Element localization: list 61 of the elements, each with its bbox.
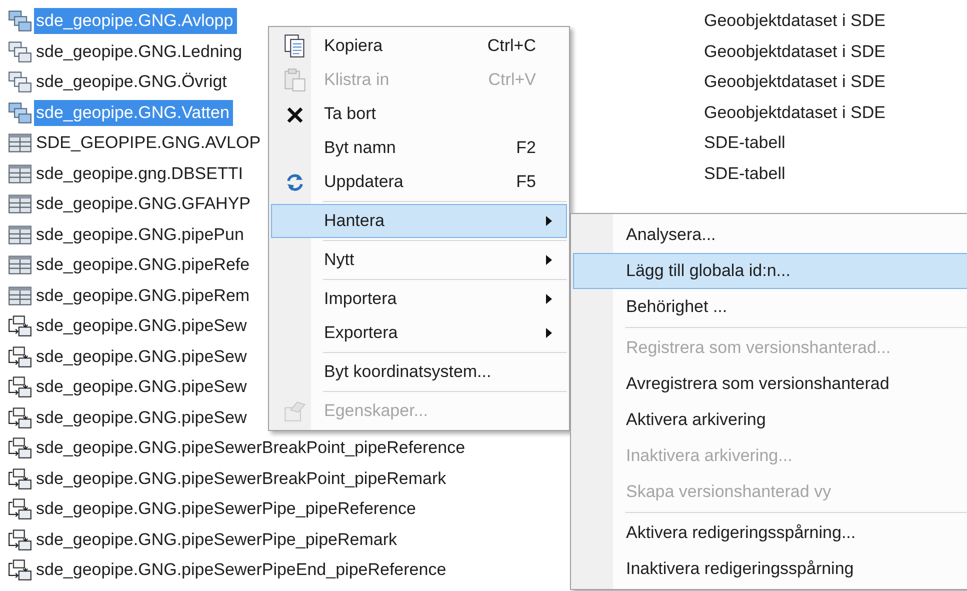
item-name[interactable]: sde_geopipe.GNG.Ledning	[34, 38, 246, 65]
table-icon	[8, 162, 32, 185]
item-name[interactable]: sde_geopipe.GNG.pipeSewerBreakPoint_pipeReference	[34, 435, 470, 462]
relationship-icon	[8, 376, 32, 398]
dataset-icon	[8, 40, 32, 63]
menu-item[interactable]: Importera	[271, 282, 567, 316]
menu-item[interactable]: Exportera	[271, 316, 567, 350]
menu-item[interactable]: Uppdatera F5	[271, 165, 567, 199]
copy-icon	[284, 34, 306, 58]
menu-item[interactable]: Nytt	[271, 243, 567, 277]
menu-item[interactable]: Byt namn F2	[271, 131, 567, 165]
relationship-icon	[8, 468, 32, 490]
item-name[interactable]: sde_geopipe.GNG.pipeRem	[34, 282, 254, 309]
menu-item[interactable]: Aktivera arkivering	[573, 402, 967, 438]
table-icon	[8, 254, 32, 276]
properties-icon	[284, 399, 306, 423]
item-name[interactable]: sde_geopipe.GNG.pipeSewerPipe_pipeRemark	[34, 526, 401, 553]
dataset-icon	[8, 10, 32, 32]
relationship-icon	[8, 346, 32, 368]
item-type: Geoobjektdataset i SDE	[704, 72, 886, 92]
item-name[interactable]: sde_geopipe.gng.DBSETTI	[34, 160, 247, 187]
item-name[interactable]: sde_geopipe.GNG.pipeRefe	[34, 252, 254, 278]
relationship-icon	[8, 528, 32, 551]
item-name[interactable]: sde_geopipe.GNG.pipePun	[34, 222, 248, 248]
table-icon	[8, 224, 32, 246]
item-name[interactable]: sde_geopipe.GNG.pipeSewerPipe_pipeReference	[34, 496, 420, 522]
relationship-icon	[8, 437, 32, 460]
item-name[interactable]: sde_geopipe.GNG.pipeSew	[34, 313, 251, 340]
item-name[interactable]: sde_geopipe.GNG.pipeSew	[34, 404, 251, 431]
item-name[interactable]: SDE_GEOPIPE.GNG.AVLOP	[34, 130, 265, 156]
relationship-icon	[8, 559, 32, 582]
menu-item[interactable]: Aktivera redigeringsspårning...	[573, 515, 967, 551]
menu-item[interactable]: Ta bort	[271, 97, 567, 131]
item-type: SDE-tabell	[704, 164, 786, 184]
item-name[interactable]: sde_geopipe.GNG.GFAHYP	[34, 191, 255, 218]
table-icon	[8, 132, 32, 154]
item-type: Geoobjektdataset i SDE	[704, 11, 886, 32]
item-name[interactable]: sde_geopipe.GNG.pipeSewerBreakPoint_pipeRemark	[34, 466, 450, 492]
dataset-icon	[8, 102, 32, 124]
menu-item[interactable]: Hantera	[271, 204, 567, 238]
menu-item[interactable]: Kopiera Ctrl+C	[271, 29, 567, 63]
item-type: SDE-tabell	[704, 133, 786, 154]
menu-item[interactable]: Lägg till globala id:n...	[573, 253, 967, 289]
menu-item[interactable]: Analysera...	[573, 217, 967, 253]
relationship-icon	[8, 315, 32, 338]
item-type: Geoobjektdataset i SDE	[704, 42, 886, 62]
table-icon	[8, 284, 32, 307]
menu-item[interactable]: Avregistrera som versionshanterad	[573, 366, 967, 402]
menu-item[interactable]: Inaktivera redigeringsspårning	[573, 551, 967, 587]
relationship-icon	[8, 406, 32, 429]
dataset-icon	[8, 71, 32, 94]
paste-icon	[284, 68, 306, 92]
item-name[interactable]: sde_geopipe.GNG.pipeSewerPipeEnd_pipeReference	[34, 557, 450, 584]
menu-item[interactable]: Byt koordinatsystem...	[271, 355, 567, 389]
item-name[interactable]: sde_geopipe.GNG.pipeSew	[34, 344, 251, 370]
item-name[interactable]: sde_geopipe.GNG.Övrigt	[34, 69, 231, 96]
item-type: Geoobjektdataset i SDE	[704, 102, 886, 123]
item-name[interactable]: sde_geopipe.GNG.pipeSew	[34, 374, 251, 400]
relationship-icon	[8, 498, 32, 520]
table-icon	[8, 193, 32, 216]
menu-item[interactable]: Behörighet ...	[573, 289, 967, 325]
